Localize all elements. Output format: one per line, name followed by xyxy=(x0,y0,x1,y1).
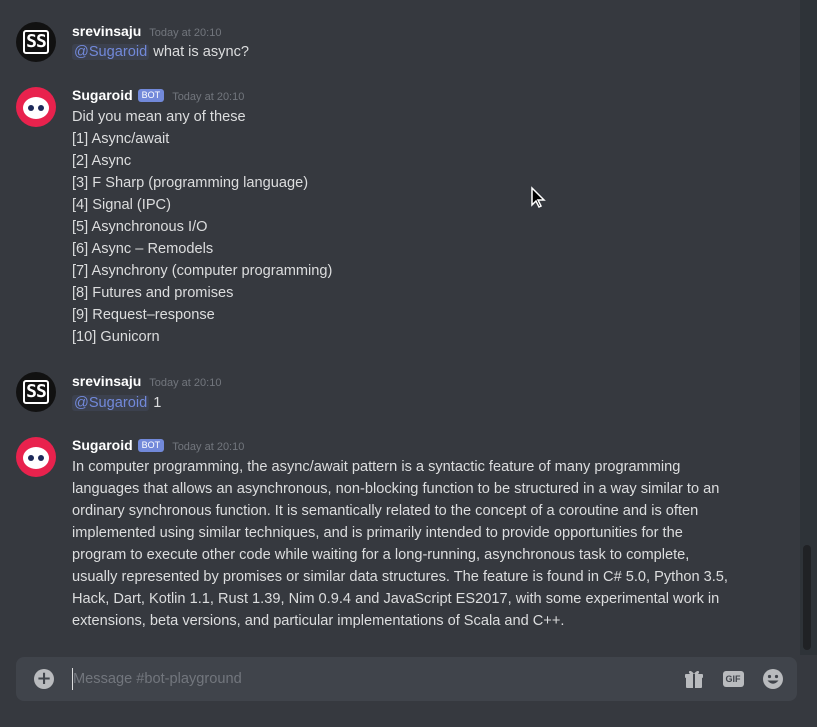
gift-icon[interactable] xyxy=(682,667,706,691)
avatar[interactable]: SS xyxy=(16,372,56,412)
message-line: [5] Asynchronous I/O xyxy=(72,219,208,235)
avatar[interactable] xyxy=(16,87,56,127)
message-line: implemented using similar techniques, an… xyxy=(72,525,683,541)
message-list[interactable]: SS srevinsaju Today at 20:10 @Sugaroid w… xyxy=(0,0,800,655)
message-line: [7] Asynchrony (computer programming) xyxy=(72,263,333,279)
message-line: extensions, beta versions, and particula… xyxy=(72,613,565,629)
message-line: [6] Async – Remodels xyxy=(72,241,214,257)
timestamp: Today at 20:10 xyxy=(172,91,245,103)
message-line: [4] Signal (IPC) xyxy=(72,197,171,213)
message-composer: + GIF xyxy=(16,657,797,701)
avatar[interactable] xyxy=(16,437,56,477)
timestamp: Today at 20:10 xyxy=(172,441,245,453)
bottom-bar xyxy=(0,712,817,727)
plus-circle-icon[interactable]: + xyxy=(34,669,54,689)
avatar[interactable]: SS xyxy=(16,22,56,62)
username[interactable]: Sugaroid xyxy=(72,87,133,103)
message-line: languages that allows an asynchronous, n… xyxy=(72,481,720,497)
user-mention[interactable]: @Sugaroid xyxy=(72,395,150,411)
username[interactable]: srevinsaju xyxy=(72,23,141,39)
username[interactable]: Sugaroid xyxy=(72,437,133,453)
message-text: what is async? xyxy=(153,44,250,60)
message-header: srevinsaju Today at 20:10 xyxy=(72,373,221,389)
message-line: usually represented by promises or simil… xyxy=(72,569,728,585)
bot-badge: BOT xyxy=(137,439,165,452)
message-input[interactable] xyxy=(73,657,653,701)
message-content: @Sugaroid 1 xyxy=(72,392,161,414)
timestamp: Today at 20:10 xyxy=(149,377,222,389)
bot-avatar-icon xyxy=(23,97,49,119)
timestamp: Today at 20:10 xyxy=(149,27,222,39)
message-content: In computer programming, the async/await… xyxy=(72,456,762,632)
avatar-initials: SS xyxy=(23,30,49,54)
bot-avatar-icon xyxy=(23,447,49,469)
bot-badge: BOT xyxy=(137,89,165,102)
mouse-cursor-icon xyxy=(531,186,546,209)
message-line: In computer programming, the async/await… xyxy=(72,459,681,475)
message-line: [1] Async/await xyxy=(72,131,170,147)
message-content: Did you mean any of these [1] Async/awai… xyxy=(72,106,332,348)
message-header: Sugaroid BOT Today at 20:10 xyxy=(72,437,244,454)
message-header: srevinsaju Today at 20:10 xyxy=(72,23,221,39)
message-line: [10] Gunicorn xyxy=(72,329,160,345)
message-content: @Sugaroid what is async? xyxy=(72,41,249,63)
message-line: Did you mean any of these xyxy=(72,109,246,125)
message-line: Hack, Dart, Kotlin 1.1, Rust 1.39, Nim 0… xyxy=(72,591,720,607)
scrollbar-thumb[interactable] xyxy=(803,545,811,650)
emoji-icon[interactable] xyxy=(761,667,785,691)
message-line: [3] F Sharp (programming language) xyxy=(72,175,309,191)
message-line: ordinary synchronous function. It is sem… xyxy=(72,503,699,519)
avatar-initials: SS xyxy=(23,380,49,404)
user-mention[interactable]: @Sugaroid xyxy=(72,44,150,60)
message-text: 1 xyxy=(153,395,162,411)
message-line: [9] Request–response xyxy=(72,307,215,323)
username[interactable]: srevinsaju xyxy=(72,373,141,389)
message-line: [2] Async xyxy=(72,153,132,169)
message-line: program to execute other code while wait… xyxy=(72,547,690,563)
message-header: Sugaroid BOT Today at 20:10 xyxy=(72,87,244,104)
gif-icon[interactable]: GIF xyxy=(721,667,745,691)
gif-label: GIF xyxy=(722,671,744,687)
message-line: [8] Futures and promises xyxy=(72,285,234,301)
